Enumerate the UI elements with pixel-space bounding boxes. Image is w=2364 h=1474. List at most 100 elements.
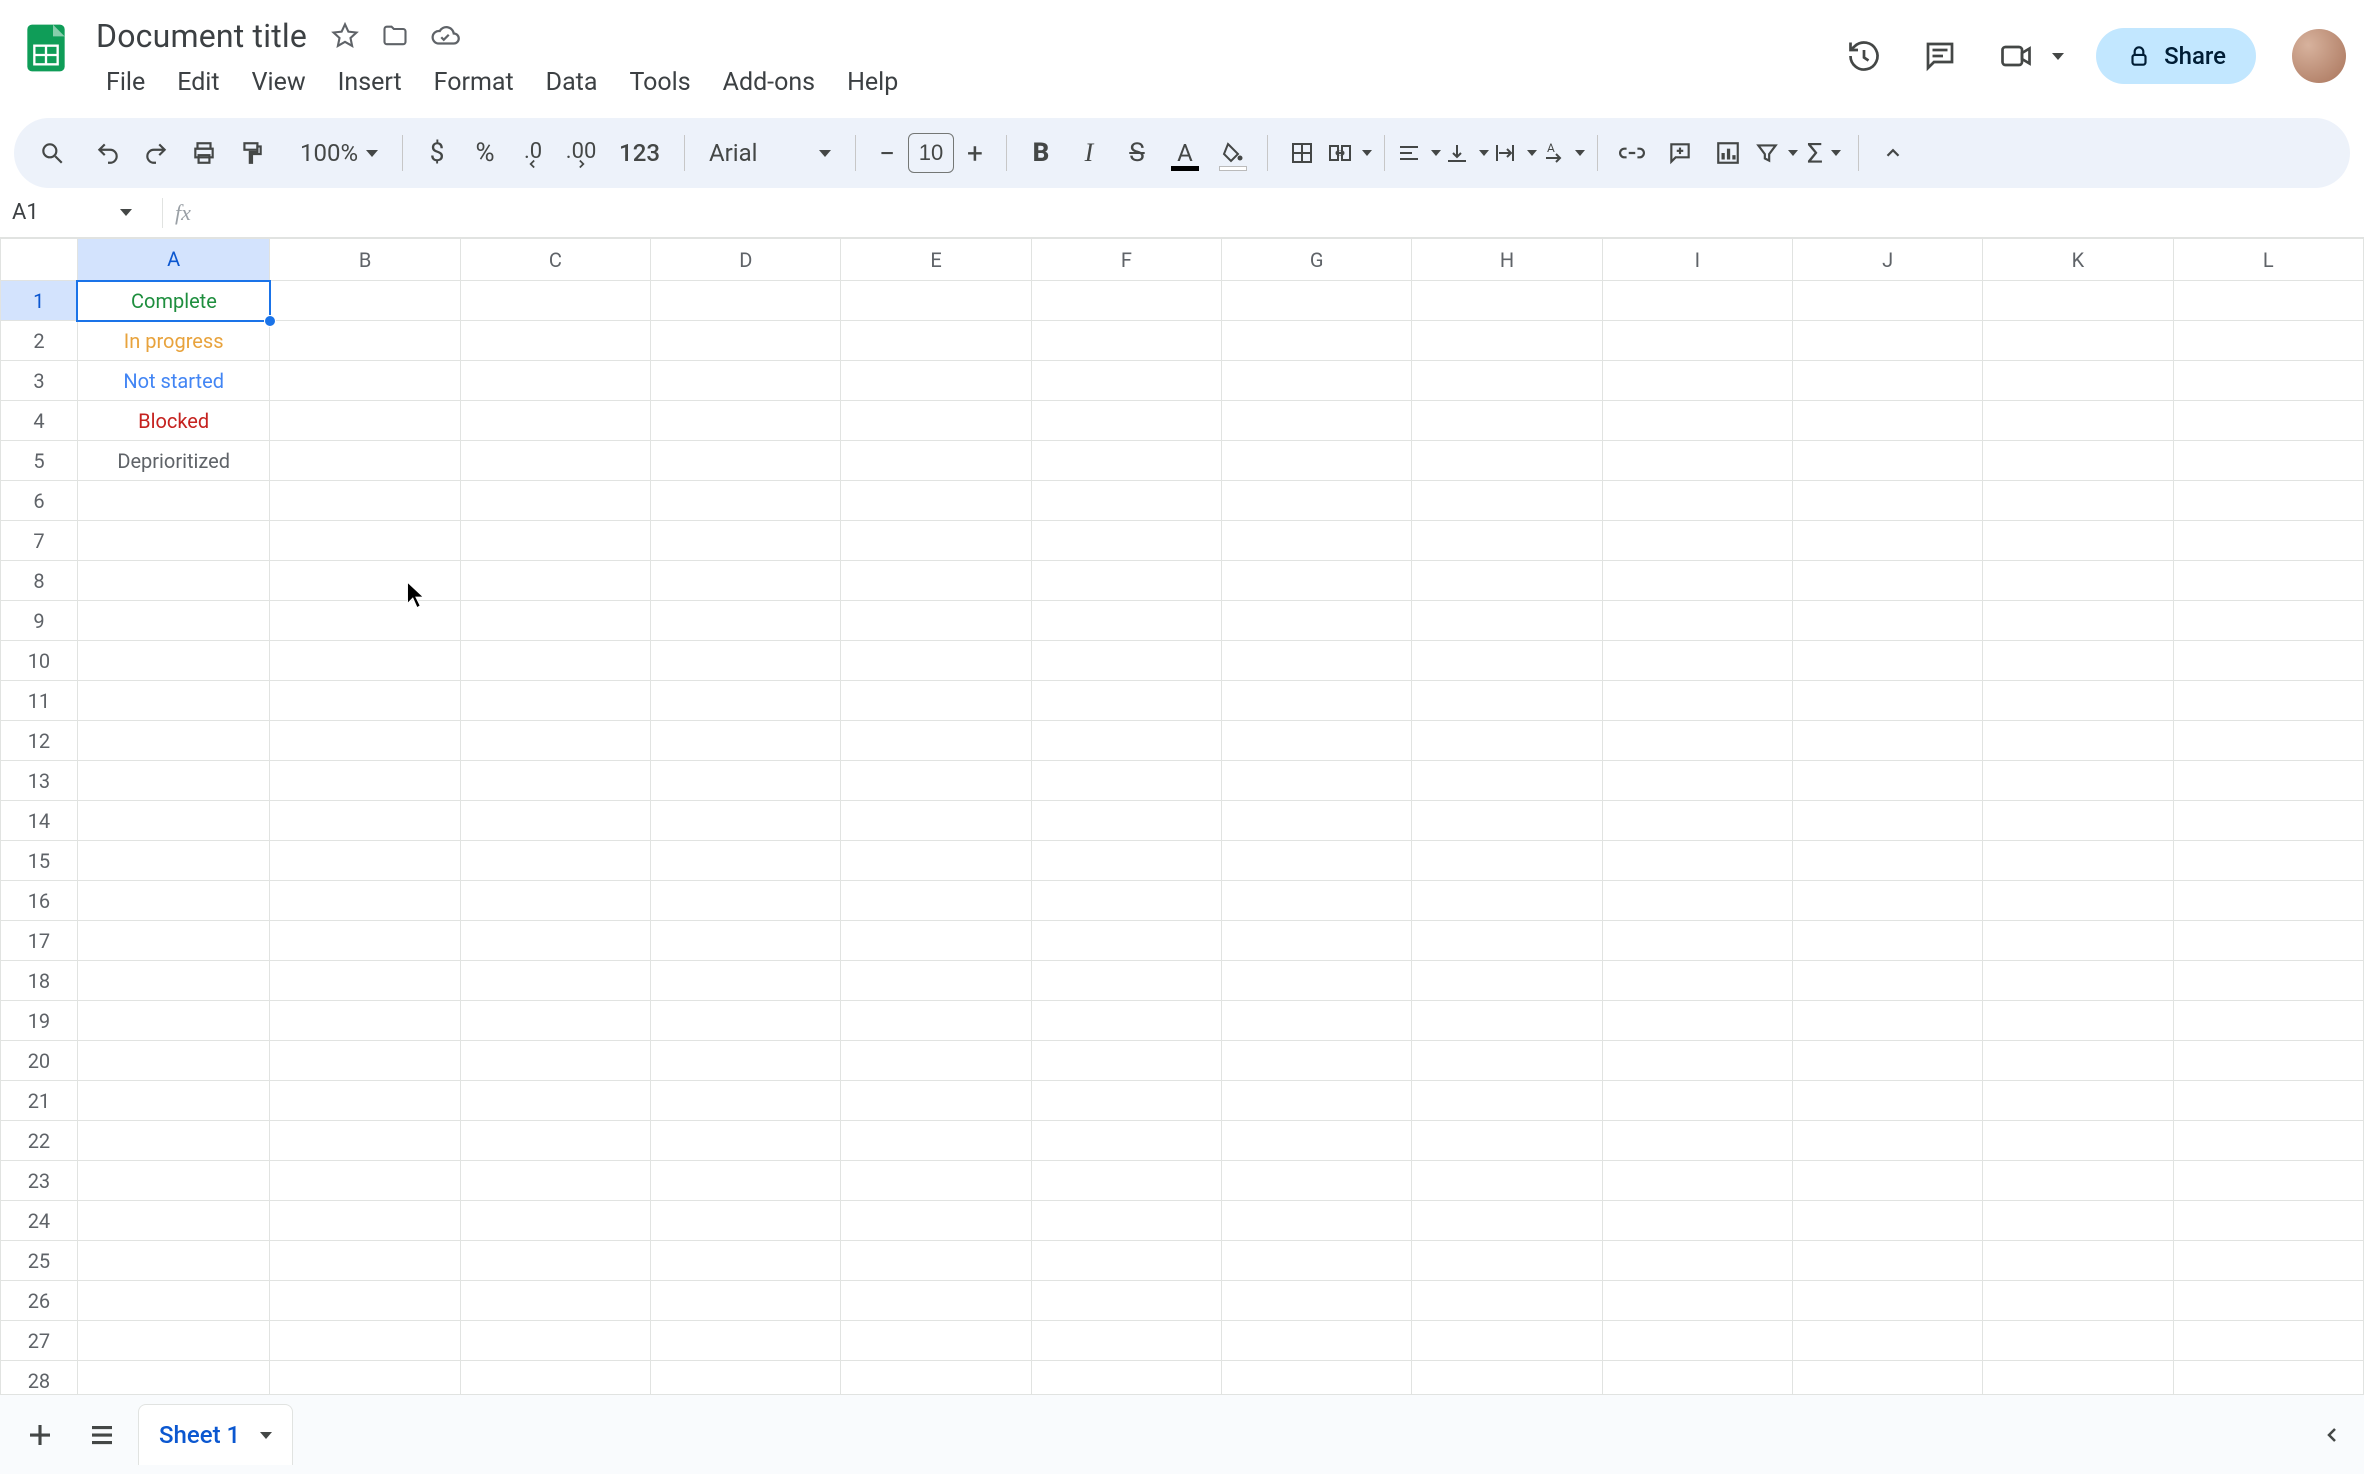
insert-chart-icon[interactable]: [1704, 129, 1752, 177]
cell-I21[interactable]: [1602, 1081, 1792, 1121]
cell-C25[interactable]: [460, 1241, 650, 1281]
borders-icon[interactable]: [1278, 129, 1326, 177]
cell-L12[interactable]: [2173, 721, 2363, 761]
cell-L14[interactable]: [2173, 801, 2363, 841]
row-header-18[interactable]: 18: [1, 961, 78, 1001]
cell-J6[interactable]: [1792, 481, 1982, 521]
cell-B18[interactable]: [270, 961, 460, 1001]
cell-I6[interactable]: [1602, 481, 1792, 521]
cell-C20[interactable]: [460, 1041, 650, 1081]
cell-K25[interactable]: [1983, 1241, 2173, 1281]
cell-L27[interactable]: [2173, 1321, 2363, 1361]
cell-G15[interactable]: [1222, 841, 1412, 881]
cell-L13[interactable]: [2173, 761, 2363, 801]
cell-A25[interactable]: [77, 1241, 270, 1281]
cell-F28[interactable]: [1031, 1361, 1221, 1396]
menu-insert[interactable]: Insert: [324, 62, 416, 103]
cell-K14[interactable]: [1983, 801, 2173, 841]
cell-G9[interactable]: [1222, 601, 1412, 641]
cell-G13[interactable]: [1222, 761, 1412, 801]
cell-I4[interactable]: [1602, 401, 1792, 441]
cell-J26[interactable]: [1792, 1281, 1982, 1321]
cell-C11[interactable]: [460, 681, 650, 721]
cell-A10[interactable]: [77, 641, 270, 681]
cell-E19[interactable]: [841, 1001, 1031, 1041]
cell-B24[interactable]: [270, 1201, 460, 1241]
cell-B23[interactable]: [270, 1161, 460, 1201]
cell-L20[interactable]: [2173, 1041, 2363, 1081]
cell-K2[interactable]: [1983, 321, 2173, 361]
cell-A12[interactable]: [77, 721, 270, 761]
star-icon[interactable]: [329, 20, 361, 52]
cell-H17[interactable]: [1412, 921, 1602, 961]
font-size-input[interactable]: [908, 133, 954, 173]
cell-H3[interactable]: [1412, 361, 1602, 401]
cell-I17[interactable]: [1602, 921, 1792, 961]
filter-icon[interactable]: [1752, 129, 1800, 177]
cell-B19[interactable]: [270, 1001, 460, 1041]
cell-B20[interactable]: [270, 1041, 460, 1081]
cell-B16[interactable]: [270, 881, 460, 921]
cell-H18[interactable]: [1412, 961, 1602, 1001]
cell-A14[interactable]: [77, 801, 270, 841]
cell-F26[interactable]: [1031, 1281, 1221, 1321]
cell-K19[interactable]: [1983, 1001, 2173, 1041]
cell-D21[interactable]: [651, 1081, 841, 1121]
cell-F20[interactable]: [1031, 1041, 1221, 1081]
cell-L21[interactable]: [2173, 1081, 2363, 1121]
cell-B10[interactable]: [270, 641, 460, 681]
cell-B1[interactable]: [270, 281, 460, 321]
cell-L15[interactable]: [2173, 841, 2363, 881]
cell-H19[interactable]: [1412, 1001, 1602, 1041]
cell-C2[interactable]: [460, 321, 650, 361]
cell-E18[interactable]: [841, 961, 1031, 1001]
cell-H11[interactable]: [1412, 681, 1602, 721]
cell-A1[interactable]: Complete: [77, 281, 270, 321]
cell-K21[interactable]: [1983, 1081, 2173, 1121]
cell-E13[interactable]: [841, 761, 1031, 801]
cell-B6[interactable]: [270, 481, 460, 521]
cell-J22[interactable]: [1792, 1121, 1982, 1161]
cell-G23[interactable]: [1222, 1161, 1412, 1201]
cell-E10[interactable]: [841, 641, 1031, 681]
menu-file[interactable]: File: [92, 62, 159, 103]
zoom-dropdown[interactable]: 100%: [286, 129, 392, 177]
fill-color-icon[interactable]: [1209, 129, 1257, 177]
cell-J25[interactable]: [1792, 1241, 1982, 1281]
undo-icon[interactable]: [84, 129, 132, 177]
paint-format-icon[interactable]: [228, 129, 276, 177]
cell-E3[interactable]: [841, 361, 1031, 401]
doc-title[interactable]: Document title: [92, 15, 311, 57]
cell-K10[interactable]: [1983, 641, 2173, 681]
text-wrap-icon[interactable]: [1491, 129, 1539, 177]
cell-L8[interactable]: [2173, 561, 2363, 601]
cell-H6[interactable]: [1412, 481, 1602, 521]
row-header-19[interactable]: 19: [1, 1001, 78, 1041]
name-box-dropdown-icon[interactable]: [120, 209, 132, 216]
cell-C22[interactable]: [460, 1121, 650, 1161]
cell-J11[interactable]: [1792, 681, 1982, 721]
cell-F21[interactable]: [1031, 1081, 1221, 1121]
cell-H14[interactable]: [1412, 801, 1602, 841]
cell-A17[interactable]: [77, 921, 270, 961]
col-header-J[interactable]: J: [1792, 239, 1982, 281]
cell-G28[interactable]: [1222, 1361, 1412, 1396]
cell-L3[interactable]: [2173, 361, 2363, 401]
cell-H20[interactable]: [1412, 1041, 1602, 1081]
cell-D6[interactable]: [651, 481, 841, 521]
row-header-24[interactable]: 24: [1, 1201, 78, 1241]
cell-I13[interactable]: [1602, 761, 1792, 801]
cell-E4[interactable]: [841, 401, 1031, 441]
cell-H9[interactable]: [1412, 601, 1602, 641]
row-header-26[interactable]: 26: [1, 1281, 78, 1321]
cell-L6[interactable]: [2173, 481, 2363, 521]
cell-I7[interactable]: [1602, 521, 1792, 561]
cell-L25[interactable]: [2173, 1241, 2363, 1281]
cell-D23[interactable]: [651, 1161, 841, 1201]
cell-G18[interactable]: [1222, 961, 1412, 1001]
row-header-6[interactable]: 6: [1, 481, 78, 521]
cell-F15[interactable]: [1031, 841, 1221, 881]
cell-B26[interactable]: [270, 1281, 460, 1321]
cell-C16[interactable]: [460, 881, 650, 921]
cell-D16[interactable]: [651, 881, 841, 921]
